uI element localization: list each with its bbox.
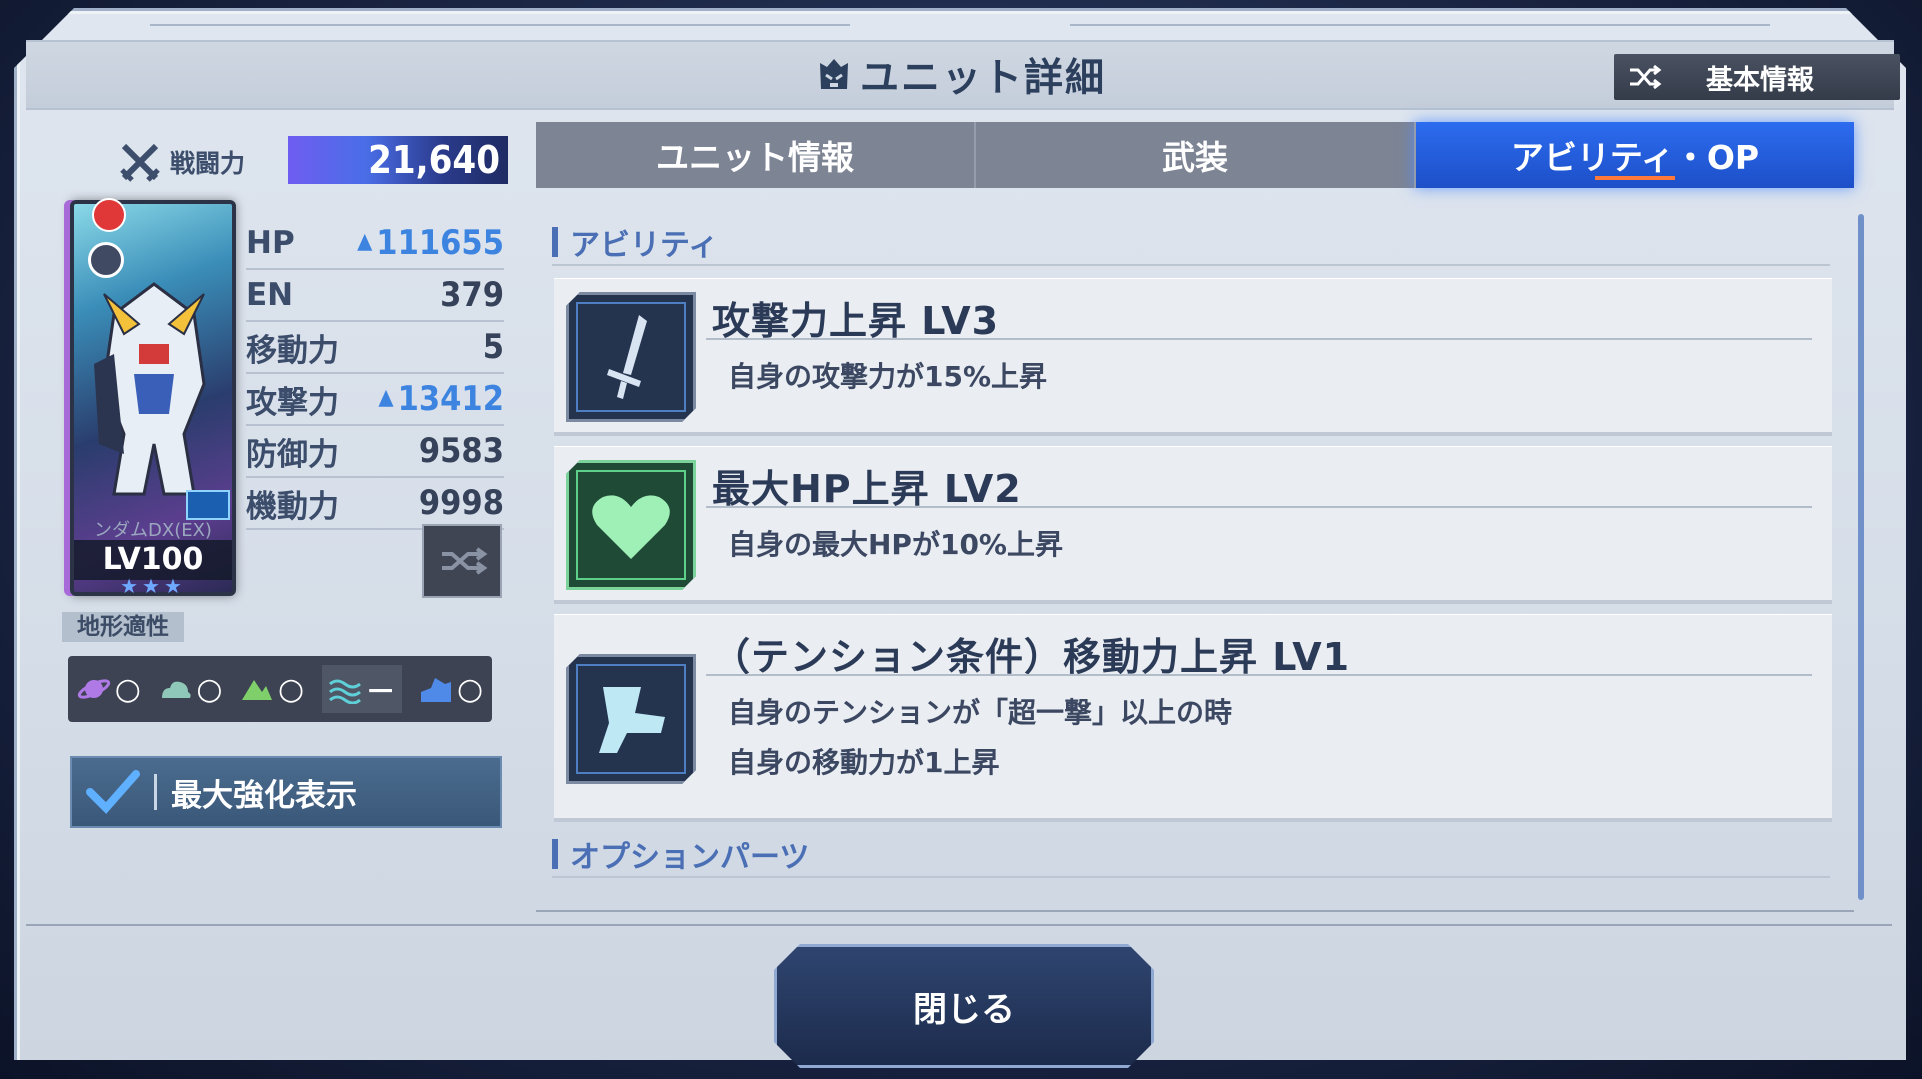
- terrain-rating: ○: [457, 671, 484, 707]
- stat-value: 9998: [418, 483, 504, 523]
- power-label: 戦闘力: [118, 140, 245, 184]
- terrain-air: ○: [158, 671, 223, 707]
- stat-row-defense: 防御力 9583: [246, 426, 504, 478]
- dialog-header: ユニット詳細 基本情報: [26, 40, 1900, 110]
- stat-label: 移動力: [246, 332, 339, 369]
- stats-list: HP 111655 EN 379 移動力 5 攻撃力 13412 防御力 958…: [246, 218, 504, 530]
- ability-content: アビリティ 攻撃力上昇 LV3 自身の攻撃力が15%上昇 最大HP上昇 LV2 …: [536, 196, 1854, 912]
- heart-icon: [569, 463, 693, 587]
- stat-value: 13412: [378, 379, 504, 419]
- ability-name: 最大HP上昇 LV2: [712, 467, 1022, 511]
- ability-desc: 自身の最大HPが10%上昇: [728, 528, 1063, 561]
- ability-divider: [706, 674, 1812, 676]
- underground-icon: [421, 678, 452, 702]
- ability-icon: [566, 292, 696, 422]
- terrain-rating: ○: [114, 671, 141, 707]
- tab-label: 武装: [1162, 138, 1228, 177]
- section-divider: [552, 264, 1830, 266]
- stat-row-en: EN 379: [246, 270, 504, 322]
- stat-row-mobility: 機動力 9998: [246, 478, 504, 530]
- page-title: ユニット詳細: [859, 56, 1106, 101]
- water-icon: [328, 679, 361, 704]
- ability-icon: [566, 460, 696, 590]
- basic-info-button[interactable]: 基本情報: [1614, 54, 1900, 100]
- section-label: オプションパーツ: [570, 840, 810, 875]
- ability-name: 攻撃力上昇 LV3: [712, 299, 1000, 343]
- terrain-water: －: [321, 665, 402, 713]
- stat-label: 攻撃力: [246, 384, 339, 421]
- abilities-section-title: アビリティ: [552, 220, 718, 264]
- swap-unit-button[interactable]: [422, 524, 502, 598]
- frame-line: [150, 24, 850, 26]
- ability-card[interactable]: （テンション条件）移動力上昇 LV1 自身のテンションが「超一撃」以上の時 自身…: [554, 614, 1832, 822]
- power-value-bar: 21,640: [288, 136, 508, 184]
- ability-name: （テンション条件）移動力上昇 LV1: [712, 635, 1351, 679]
- tab-label: アビリティ・OP: [1510, 138, 1760, 177]
- stat-label: 防御力: [246, 436, 339, 473]
- toggle-divider: [154, 774, 157, 810]
- shuffle-icon: [1630, 64, 1662, 90]
- stat-row-attack: 攻撃力 13412: [246, 374, 504, 426]
- terrain-rating: ○: [277, 671, 305, 707]
- unit-name: ンダムDX(EX): [94, 520, 212, 541]
- unit-head-icon: [819, 59, 848, 89]
- power-label-text: 戦闘力: [170, 149, 246, 178]
- unit-stars: ★★★: [120, 574, 186, 598]
- stat-row-move: 移動力 5: [246, 322, 504, 374]
- tab-ability-op[interactable]: アビリティ・OP: [1414, 122, 1854, 188]
- shuffle-icon: [442, 547, 488, 575]
- max-enhance-label: 最大強化表示: [171, 777, 357, 814]
- ability-desc: 自身の移動力が1上昇: [728, 746, 1000, 779]
- basic-info-label: 基本情報: [1706, 64, 1814, 96]
- ability-icon: [566, 654, 696, 784]
- terrain-underground: ○: [419, 672, 483, 707]
- ability-card[interactable]: 攻撃力上昇 LV3 自身の攻撃力が15%上昇: [554, 278, 1832, 436]
- ability-desc: 自身のテンションが「超一撃」以上の時: [728, 696, 1233, 729]
- attack-badge-icon: [92, 198, 126, 232]
- tab-unit-info[interactable]: ユニット情報: [536, 122, 974, 188]
- terrain-land: ○: [240, 672, 304, 707]
- space-icon: [77, 679, 110, 699]
- ability-divider: [706, 338, 1812, 340]
- section-divider: [552, 876, 1830, 878]
- stat-value: 9583: [418, 431, 504, 471]
- crossed-swords-icon: [120, 143, 160, 182]
- terrain-rating: －: [365, 675, 396, 710]
- timer-icon: [88, 242, 124, 278]
- frame-line: [1070, 24, 1770, 26]
- scrollbar[interactable]: [1858, 214, 1864, 900]
- stat-value: 379: [440, 275, 504, 315]
- footer-divider: [26, 924, 1892, 926]
- ability-divider: [706, 506, 1812, 508]
- tab-bar: ユニット情報 武装 アビリティ・OP: [536, 122, 1854, 188]
- max-enhance-toggle[interactable]: 最大強化表示: [70, 756, 502, 828]
- air-icon: [162, 681, 192, 698]
- terrain-rating: ○: [196, 671, 223, 707]
- unit-portrait: [94, 282, 206, 496]
- close-label: 閉じる: [913, 989, 1015, 1030]
- tab-weapons[interactable]: 武装: [974, 122, 1414, 188]
- boot-icon: [569, 657, 693, 781]
- unit-card[interactable]: ンダムDX(EX) LV100 ★★★: [70, 198, 236, 598]
- stat-value: 111655: [357, 223, 504, 263]
- stat-label: HP: [246, 225, 295, 261]
- terrain-label: 地形適性: [62, 612, 184, 642]
- active-tab-underline: [1595, 176, 1675, 180]
- ability-card[interactable]: 最大HP上昇 LV2 自身の最大HPが10%上昇: [554, 446, 1832, 604]
- stat-value: 5: [482, 327, 504, 367]
- close-button[interactable]: 閉じる: [774, 944, 1154, 1068]
- terrain-space: ○: [77, 672, 141, 707]
- stat-label: 機動力: [246, 488, 339, 525]
- tab-label: ユニット情報: [656, 138, 854, 177]
- sword-icon: [569, 295, 693, 419]
- stat-label: EN: [246, 277, 294, 313]
- checkmark-icon: [86, 770, 140, 814]
- power-value: 21,640: [368, 138, 500, 182]
- section-label: アビリティ: [570, 228, 719, 263]
- ability-desc: 自身の攻撃力が15%上昇: [728, 360, 1048, 393]
- land-icon: [241, 680, 272, 700]
- options-section-title: オプションパーツ: [552, 832, 809, 876]
- stat-row-hp: HP 111655: [246, 218, 504, 270]
- terrain-panel: ○ ○ ○ － ○: [68, 656, 492, 722]
